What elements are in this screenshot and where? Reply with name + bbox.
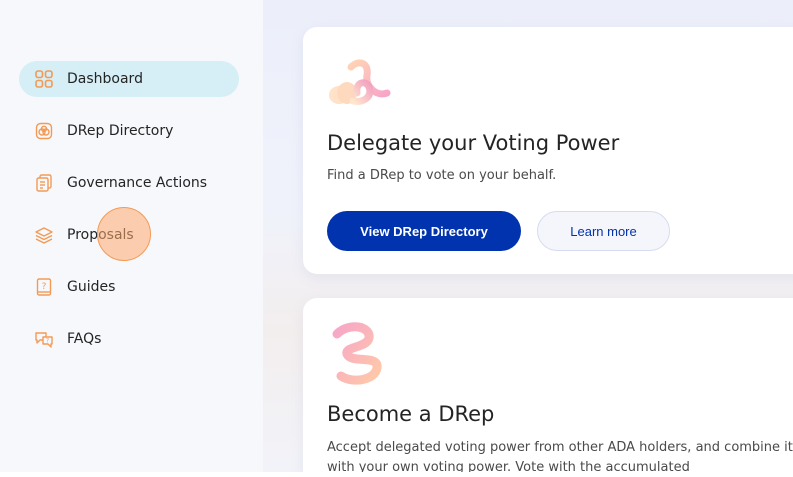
bottom-edge bbox=[0, 472, 793, 477]
sidebar-item-label: Dashboard bbox=[67, 71, 143, 87]
sidebar-item-drep-directory[interactable]: DRep Directory bbox=[19, 113, 239, 149]
proposals-icon bbox=[34, 225, 54, 245]
sidebar-item-governance-actions[interactable]: Governance Actions bbox=[19, 165, 239, 201]
become-drep-illustration-icon bbox=[332, 322, 382, 385]
dashboard-icon bbox=[34, 69, 54, 89]
sidebar-item-label: FAQs bbox=[67, 331, 102, 347]
svg-text:?: ? bbox=[46, 338, 49, 345]
main-content: Delegate your Voting Power Find a DRep t… bbox=[263, 0, 793, 472]
faqs-icon: ? bbox=[34, 329, 54, 349]
card-description: Find a DRep to vote on your behalf. bbox=[327, 168, 557, 183]
card-title: Delegate your Voting Power bbox=[327, 131, 620, 155]
sidebar-item-label: Guides bbox=[67, 279, 116, 295]
delegate-card: Delegate your Voting Power Find a DRep t… bbox=[303, 27, 793, 274]
learn-more-button[interactable]: Learn more bbox=[537, 211, 670, 251]
sidebar-item-dashboard[interactable]: Dashboard bbox=[19, 61, 239, 97]
sidebar-item-label: DRep Directory bbox=[67, 123, 174, 139]
sidebar-item-faqs[interactable]: ? FAQs bbox=[19, 321, 239, 357]
become-drep-card: Become a DRep Accept delegated voting po… bbox=[303, 298, 793, 472]
sidebar-item-guides[interactable]: ? Guides bbox=[19, 269, 239, 305]
svg-text:?: ? bbox=[42, 282, 47, 292]
governance-actions-icon bbox=[34, 173, 54, 193]
click-indicator bbox=[97, 207, 151, 261]
card-title: Become a DRep bbox=[327, 402, 495, 426]
delegate-illustration-icon bbox=[329, 59, 391, 105]
drep-directory-icon bbox=[34, 121, 54, 141]
guides-icon: ? bbox=[34, 277, 54, 297]
card-description: Accept delegated voting power from other… bbox=[327, 440, 793, 472]
view-drep-directory-button[interactable]: View DRep Directory bbox=[327, 211, 521, 251]
sidebar-item-label: Governance Actions bbox=[67, 175, 208, 191]
